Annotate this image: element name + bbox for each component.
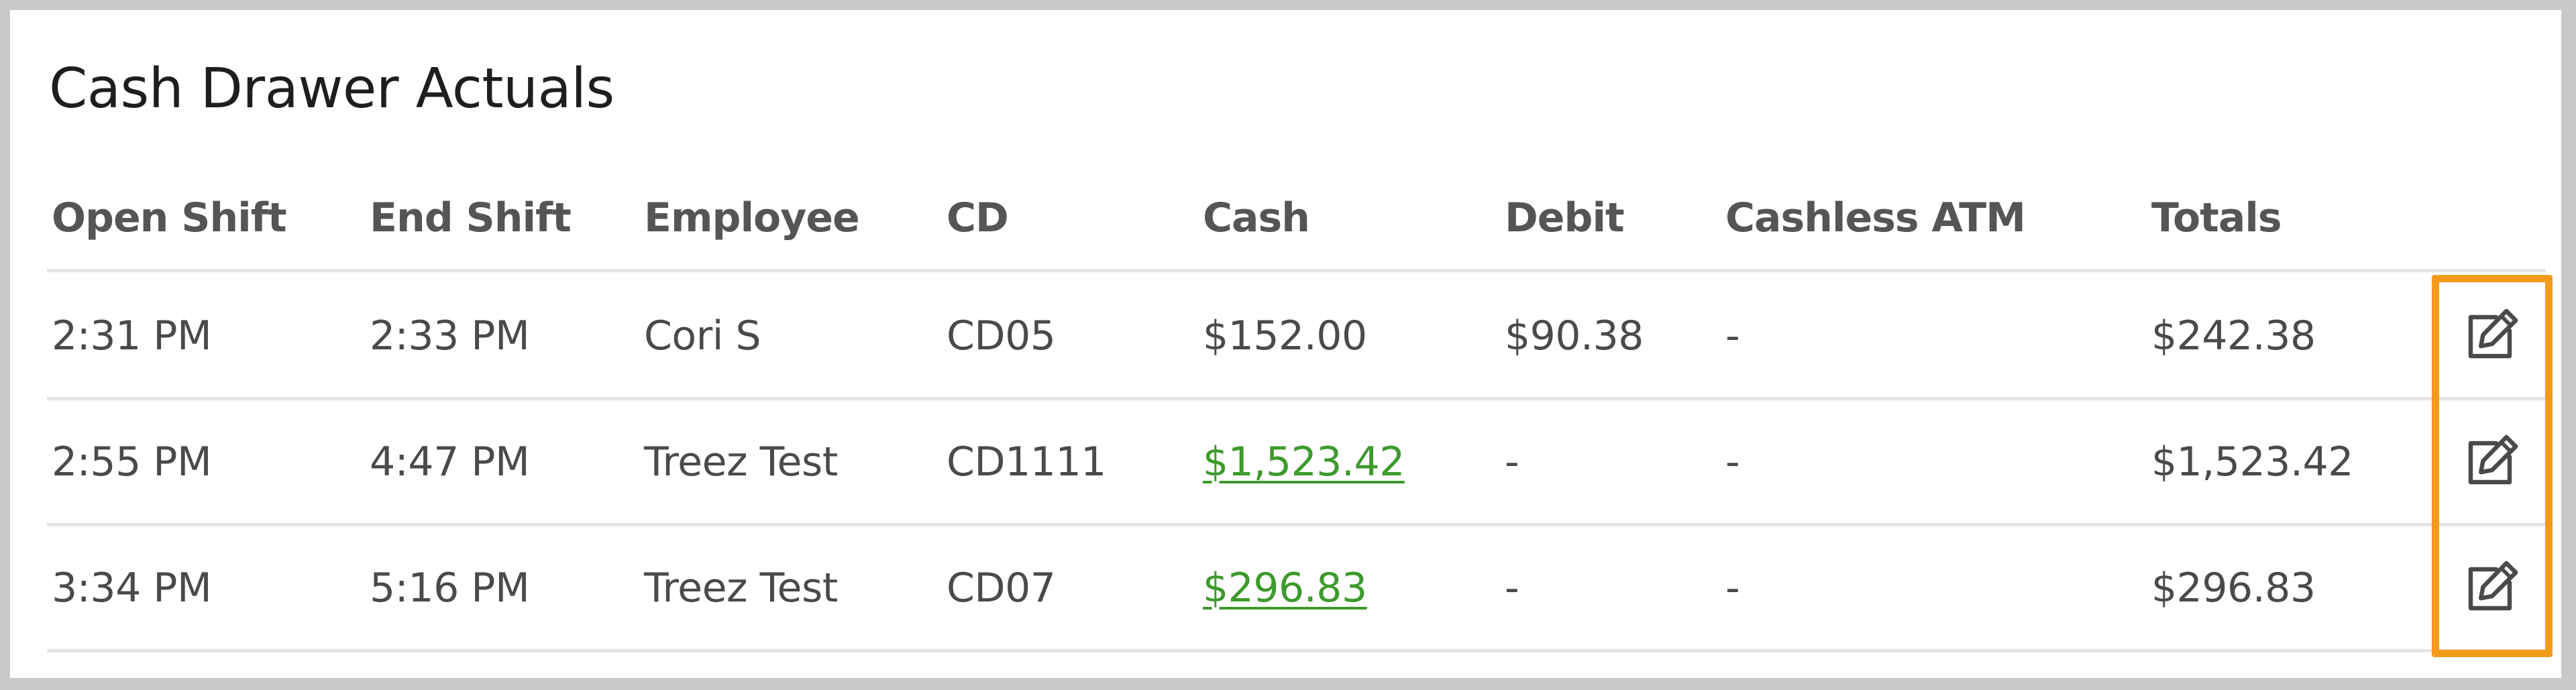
page-title: Cash Drawer Actuals [49,57,614,121]
cash-link[interactable]: $1,523.42 [1203,435,1405,489]
cd-cell: CD07 [947,565,1056,612]
cash-link[interactable]: $296.83 [1203,561,1367,615]
end-shift-cell: 2:33 PM [370,312,530,359]
totals-cell: $1,523.42 [2151,439,2353,485]
open-shift-cell: 2:55 PM [52,439,212,485]
column-header-cashless-atm: Cashless ATM [1725,194,2026,241]
debit-cell: $90.38 [1505,312,1644,359]
end-shift-cell: 4:47 PM [370,439,530,485]
cash-drawer-actuals-panel: Cash Drawer Actuals Open Shift End Shift… [10,10,2561,678]
column-header-end-shift: End Shift [370,194,572,241]
column-header-cd: CD [947,194,1009,241]
cash-cell: $152.00 [1203,312,1367,359]
open-shift-cell: 2:31 PM [52,312,212,359]
row-divider [47,397,2546,400]
cd-cell: CD05 [947,312,1056,359]
cashless-atm-cell: - [1725,439,1740,485]
column-header-employee: Employee [644,194,860,241]
debit-cell: - [1505,565,1519,612]
edit-column-highlight [2432,275,2553,657]
cd-cell: CD1111 [947,439,1106,485]
end-shift-cell: 5:16 PM [370,565,530,612]
totals-cell: $242.38 [2151,312,2316,359]
column-header-open-shift: Open Shift [52,194,287,241]
cashless-atm-cell: - [1725,312,1740,359]
column-header-debit: Debit [1505,194,1625,241]
header-divider [47,269,2546,272]
employee-cell: Treez Test [644,439,838,485]
column-header-cash: Cash [1203,194,1310,241]
employee-cell: Treez Test [644,565,838,612]
employee-cell: Cori S [644,312,761,359]
row-divider [47,649,2546,652]
row-divider [47,523,2546,526]
cashless-atm-cell: - [1725,565,1740,612]
column-header-totals: Totals [2151,194,2282,241]
open-shift-cell: 3:34 PM [52,565,212,612]
totals-cell: $296.83 [2151,565,2316,612]
debit-cell: - [1505,439,1519,485]
